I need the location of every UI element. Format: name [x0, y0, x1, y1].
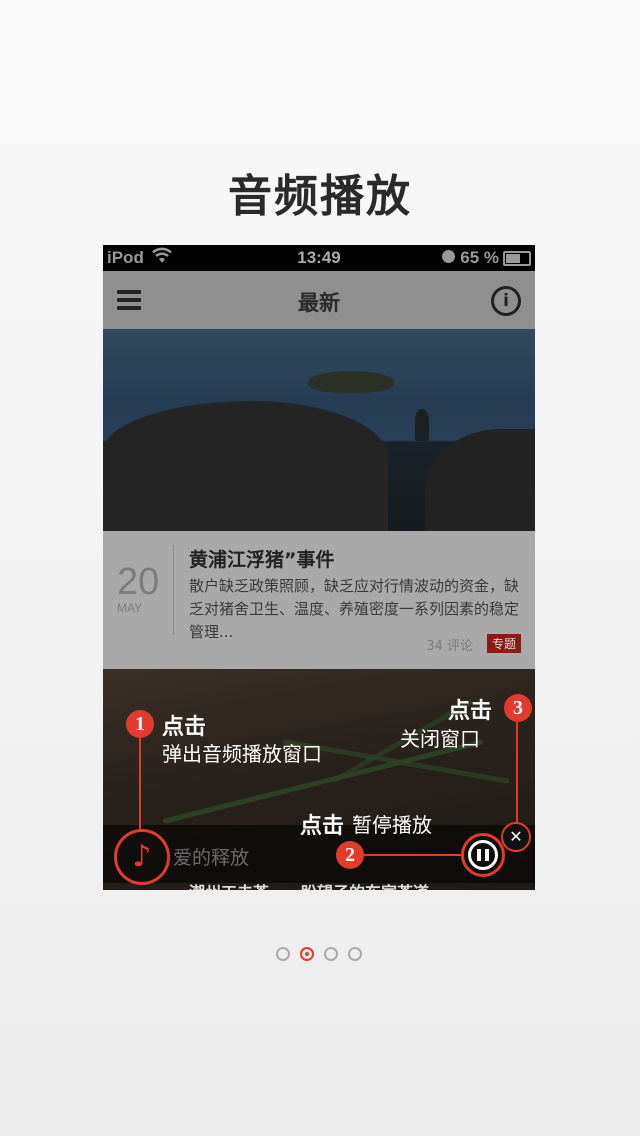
- article-month: MAY: [117, 601, 143, 615]
- song-title: 爱的释放: [173, 847, 250, 869]
- tip-2-action: 点击: [300, 814, 345, 839]
- article-title: 黄浦江浮猪”事件: [189, 549, 335, 571]
- page-dot[interactable]: [348, 947, 362, 961]
- article-card[interactable]: 20 MAY 黄浦江浮猪”事件 散户缺乏政策照顾，缺乏应对行情波动的资金，缺乏对…: [103, 531, 535, 669]
- page-dot[interactable]: [324, 947, 338, 961]
- info-icon[interactable]: i: [491, 286, 521, 316]
- callout-line-3: [516, 722, 518, 824]
- tip-1-desc: 弹出音频播放窗口: [162, 742, 322, 766]
- close-player-button[interactable]: ✕: [501, 822, 531, 852]
- step-badge-2: 2: [336, 841, 364, 869]
- cliff-shape: [425, 429, 535, 531]
- tip-2-desc: 暂停播放: [352, 813, 432, 837]
- nav-title: 最新: [298, 291, 340, 315]
- pause-icon: [468, 840, 498, 870]
- status-bar: iPod 13:49 65 %: [103, 245, 535, 271]
- music-note-button[interactable]: ♪: [114, 829, 170, 885]
- comment-count[interactable]: 34 评论: [426, 635, 473, 654]
- callout-line-2: [364, 854, 462, 856]
- page-dot-active[interactable]: [300, 947, 314, 961]
- page-dot[interactable]: [276, 947, 290, 961]
- callout-line-1: [139, 736, 141, 830]
- battery-percent: 65 %: [460, 248, 499, 267]
- article-day: 20: [117, 561, 160, 603]
- step-badge-1: 1: [126, 710, 154, 738]
- article-summary: 散户缺乏政策照顾，缺乏应对行情波动的资金，缺乏对猪舍卫生、温度、养殖密度一系列因…: [189, 577, 520, 641]
- page-title: 音频播放: [228, 171, 412, 222]
- tip-3-desc: 关闭窗口: [400, 727, 480, 751]
- cliff-shape: [103, 401, 388, 531]
- rock-shape: [415, 409, 429, 441]
- nav-bar: 最新 i: [103, 271, 535, 329]
- alarm-icon: [442, 250, 455, 263]
- pause-button[interactable]: [461, 833, 505, 877]
- tip-1-action: 点击: [162, 715, 207, 740]
- divider: [173, 545, 174, 635]
- step-badge-3: 3: [504, 694, 532, 722]
- hero-image[interactable]: [103, 329, 535, 531]
- battery-icon: [503, 251, 531, 266]
- island-shape: [308, 371, 394, 393]
- phone-screenshot: iPod 13:49 65 % 最新 i 20 MAY 黄浦江浮猪”事件 散户缺…: [103, 245, 535, 890]
- tip-3-action: 点击: [448, 699, 493, 724]
- topic-tag: 专题: [486, 634, 521, 653]
